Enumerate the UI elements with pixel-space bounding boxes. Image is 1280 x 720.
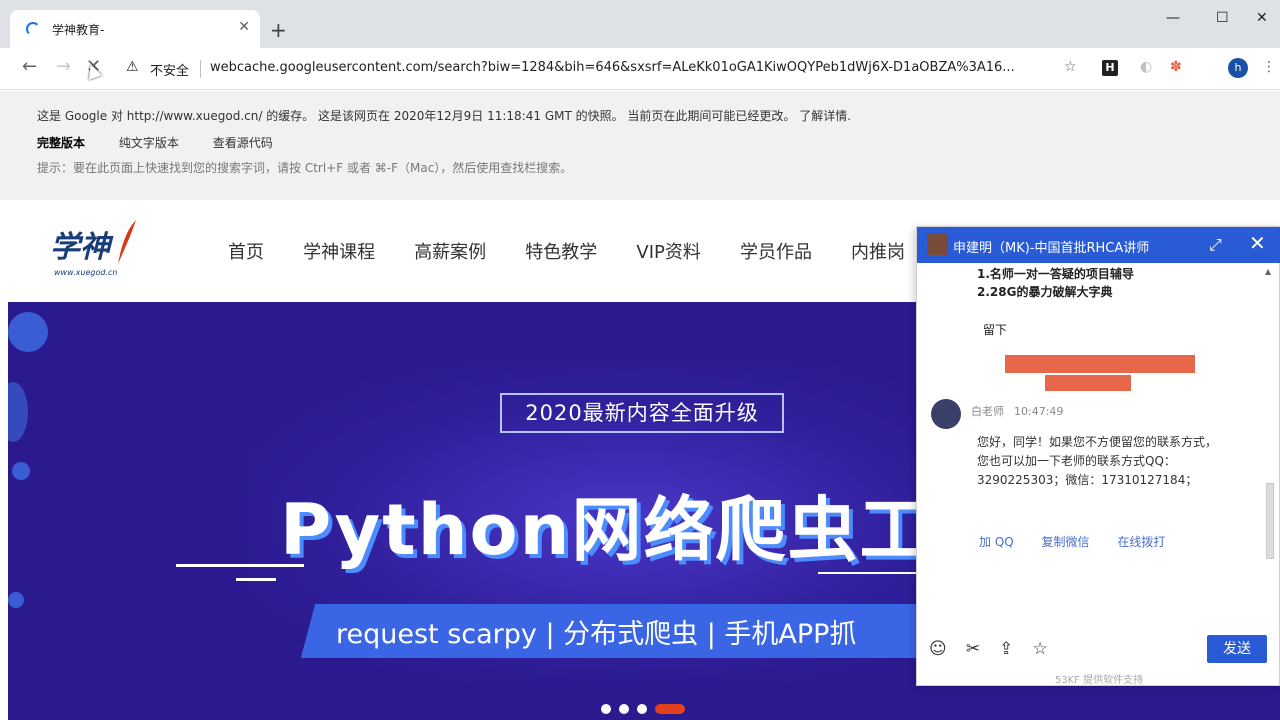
tab-close-icon[interactable]: ✕ <box>238 19 250 35</box>
copy-wechat-link[interactable]: 复制微信 <box>1042 535 1090 549</box>
message-text: 您好，同学！如果您不方便留您的联系方式，您也可以加一下老师的联系方式QQ：329… <box>977 435 1218 487</box>
main-nav: 首页 学神课程 高薪案例 特色教学 VIP资料 学员作品 内推岗 <box>228 238 939 264</box>
text-only-link[interactable]: 纯文字版本 <box>119 136 179 150</box>
decor-bubble <box>8 592 24 608</box>
hero-badge: 2020最新内容全面升级 <box>500 393 784 433</box>
extension-gray-icon[interactable]: ◐ <box>1140 60 1152 74</box>
chat-scrollbar[interactable]: ▲ <box>1265 263 1275 563</box>
browser-window: 学神教育- ✕ + — ☐ ✕ ← → ✕ ⚠ 不安全 webcache.goo… <box>0 0 1280 720</box>
url-text[interactable]: webcache.googleusercontent.com/search?bi… <box>210 60 1015 75</box>
tab-title: 学神教育- <box>52 23 105 37</box>
search-tip: 提示：要在此页面上快速找到您的搜索字词，请按 Ctrl+F 或者 ⌘-F（Mac… <box>37 161 573 175</box>
expand-icon[interactable]: ⤢ <box>1209 235 1222 255</box>
highlight-redacted <box>1005 355 1195 373</box>
logo-text: 学神 <box>50 230 110 265</box>
tab-strip: 学神教育- ✕ + — ☐ ✕ <box>0 0 1280 48</box>
logo-url-text: www.xuegod.cn <box>54 268 118 277</box>
message-actions: 加 QQ 复制微信 在线拨打 <box>979 533 1189 550</box>
extension-h-icon[interactable]: H <box>1102 60 1118 76</box>
sender-name: 白老师 <box>971 405 1004 418</box>
emoji-icon[interactable]: ☺ <box>929 639 947 659</box>
message-meta: 白老师 10:47:49 <box>971 403 1063 419</box>
forward-arrow-icon[interactable]: → <box>56 58 71 76</box>
nav-item-cases[interactable]: 高薪案例 <box>414 242 486 263</box>
loading-spinner-icon <box>26 22 40 36</box>
cache-version-links: 完整版本 纯文字版本 查看源代码 <box>37 134 303 151</box>
carousel-dot[interactable] <box>637 704 647 714</box>
leave-contact-prefix: 留下 <box>983 323 1008 337</box>
close-window-button[interactable]: ✕ <box>1256 10 1268 26</box>
chat-footer: 53KF 提供软件支持 <box>1054 675 1144 686</box>
decor-line <box>236 578 276 581</box>
teacher-avatar <box>931 399 961 429</box>
chat-widget: 申建明（MK)-中国首批RHCA讲师 ⤢ ✕ 1.名师一对一答疑的项目辅导 2.… <box>916 226 1280 686</box>
scroll-thumb[interactable] <box>1266 483 1274 559</box>
nav-item-works[interactable]: 学员作品 <box>740 242 812 263</box>
chat-messages: 1.名师一对一答疑的项目辅导 2.28G的暴力破解大字典 留下 白老师 10:47… <box>917 263 1280 623</box>
nav-item-courses[interactable]: 学神课程 <box>303 242 375 263</box>
new-tab-button[interactable]: + <box>270 20 287 40</box>
scroll-up-icon[interactable]: ▲ <box>1265 267 1271 276</box>
nav-item-home[interactable]: 首页 <box>228 242 264 263</box>
decor-bubble <box>8 312 48 352</box>
bookmark-star-icon[interactable]: ☆ <box>1064 60 1077 74</box>
nav-item-teaching[interactable]: 特色教学 <box>525 242 597 263</box>
minimize-button[interactable]: — <box>1166 10 1180 26</box>
extension-orange-icon[interactable]: ✽ <box>1170 60 1182 74</box>
menu-kebab-icon[interactable]: ⋮ <box>1262 60 1276 74</box>
highlight-redacted <box>1045 375 1131 391</box>
security-label[interactable]: 不安全 <box>150 60 189 79</box>
hero-subtitle: request scarpy | 分布式爬虫 | 手机APP抓 <box>336 619 857 650</box>
scissors-icon[interactable]: ✂ <box>966 639 980 659</box>
omnibox-divider <box>200 60 201 78</box>
cache-notice-text: 这是 Google 对 http://www.xuegod.cn/ 的缓存。 这… <box>37 109 796 123</box>
google-cache-banner: 这是 Google 对 http://www.xuegod.cn/ 的缓存。 这… <box>0 91 1280 200</box>
chat-toolbar: ☺ ✂ ⇪ ☆ <box>929 639 1062 659</box>
browser-toolbar: ← → ✕ ⚠ 不安全 webcache.googleusercontent.c… <box>0 48 1280 90</box>
send-button[interactable]: 发送 <box>1207 635 1267 663</box>
learn-more-link[interactable]: 了解详情. <box>799 109 851 123</box>
carousel-dot-active[interactable] <box>655 704 685 714</box>
profile-avatar[interactable]: h <box>1228 58 1248 78</box>
cache-notice: 这是 Google 对 http://www.xuegod.cn/ 的缓存。 这… <box>37 107 851 124</box>
feature-line: 1.名师一对一答疑的项目辅导 <box>977 267 1134 281</box>
add-qq-link[interactable]: 加 QQ <box>979 535 1014 549</box>
decor-bubble <box>8 382 28 442</box>
carousel-dot[interactable] <box>601 704 611 714</box>
chat-agent-name: 申建明（MK)-中国首批RHCA讲师 <box>953 241 1150 256</box>
chat-header: 申建明（MK)-中国首批RHCA讲师 ⤢ ✕ <box>917 227 1280 263</box>
message-time: 10:47:49 <box>1014 405 1064 418</box>
warning-icon: ⚠ <box>126 59 139 75</box>
decor-bubble <box>12 462 30 480</box>
star-icon[interactable]: ☆ <box>1033 639 1048 659</box>
nav-item-vip[interactable]: VIP资料 <box>636 242 700 263</box>
back-arrow-icon[interactable]: ← <box>22 58 37 76</box>
address-bar[interactable]: ⚠ 不安全 webcache.googleusercontent.com/sea… <box>116 54 1090 84</box>
carousel-dots <box>601 699 693 718</box>
maximize-button[interactable]: ☐ <box>1216 10 1229 26</box>
agent-avatar <box>927 234 948 255</box>
carousel-dot[interactable] <box>619 704 629 714</box>
feature-line: 2.28G的暴力破解大字典 <box>977 285 1113 299</box>
full-version-link[interactable]: 完整版本 <box>37 136 85 150</box>
hero-title: Python网络爬虫工程 <box>280 489 1004 571</box>
view-source-link[interactable]: 查看源代码 <box>213 136 273 150</box>
nav-item-referral[interactable]: 内推岗 <box>851 242 905 263</box>
quill-icon <box>118 220 136 264</box>
site-logo[interactable]: 学神 www.xuegod.cn <box>46 216 146 284</box>
close-icon[interactable]: ✕ <box>1249 233 1266 253</box>
upload-folder-icon[interactable]: ⇪ <box>999 639 1013 659</box>
call-online-link[interactable]: 在线拨打 <box>1117 535 1165 549</box>
tab-active[interactable]: 学神教育- ✕ <box>10 10 260 48</box>
